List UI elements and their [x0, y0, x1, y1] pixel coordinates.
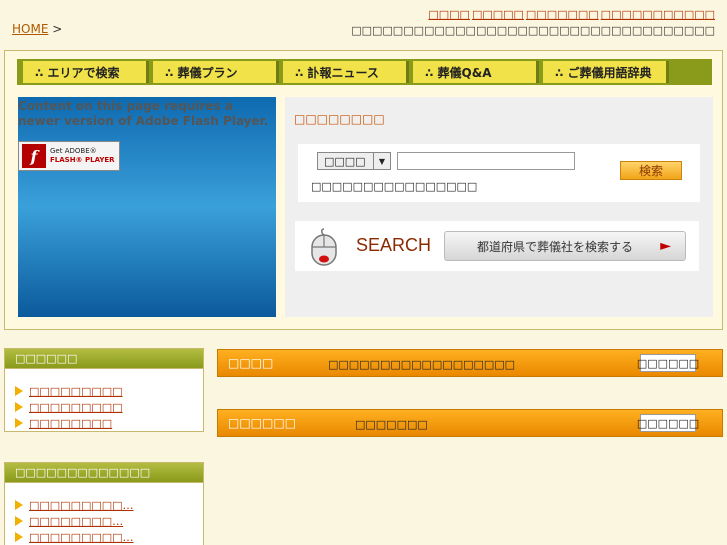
- sidebar-box-2: □□□□□□□□□□□□□ □□□□□□□□□… □□□□□□□□… □□□□□…: [4, 462, 204, 545]
- prefecture-search-box: SEARCH 都道府県で葬儀社を検索する ►: [295, 221, 699, 271]
- search-category-select[interactable]: □□□□ ▼: [317, 152, 391, 170]
- search-title: □□□□□□□□: [294, 112, 385, 126]
- triangle-bullet-icon: [15, 386, 23, 396]
- top-links: □□□□ □□□□□ □□□□□□□ □□□□□□□□□□□: [426, 8, 715, 21]
- get-flash-line1: Get ADOBE®: [50, 147, 97, 155]
- sidebar-box-2-title: □□□□□□□□□□□□□: [5, 463, 203, 483]
- info-bar-1-text: □□□□□□□□□□□□□□□□□□: [328, 358, 516, 371]
- sidebar-box-2-list: □□□□□□□□□… □□□□□□□□… □□□□□□□□□…: [5, 483, 203, 545]
- list-item: □□□□□□□□□…: [15, 497, 203, 513]
- list-item: □□□□□□□□□: [15, 399, 203, 415]
- sidebar-box-1-list: □□□□□□□□□ □□□□□□□□□ □□□□□□□□: [5, 369, 203, 431]
- main-nav: ∴ エリアで検索 ∴ 葬儀プラン ∴ 訃報ニュース ∴ 葬儀Q&A ∴ ご葬儀用…: [17, 59, 712, 85]
- site-tagline: □□□□□□□□□□□□□□□□□□□□□□□□□□□□□□□□□□□: [351, 24, 715, 37]
- top-link-1[interactable]: □□□□: [428, 8, 470, 21]
- triangle-bullet-icon: [15, 532, 23, 542]
- info-bar-1-button[interactable]: □□□□□□: [637, 354, 699, 372]
- sidebar-link[interactable]: □□□□□□□□: [29, 417, 112, 430]
- header: HOME > □□□□ □□□□□ □□□□□□□ □□□□□□□□□□□ □□□□□…: [0, 0, 727, 50]
- list-item: □□□□□□□□□…: [15, 529, 203, 545]
- search-hint: □□□□□□□□□□□□□□□□: [311, 180, 478, 193]
- breadcrumb: HOME >: [12, 22, 62, 36]
- flash-message: Content on this page requires a newer ve…: [18, 99, 269, 128]
- list-item: □□□□□□□□□: [15, 383, 203, 399]
- info-bar-1-title: □□□□: [228, 356, 274, 370]
- get-flash-player-button[interactable]: f Get ADOBE® FLASH® PLAYER: [18, 141, 120, 171]
- flash-area: Content on this page requires a newer ve…: [18, 97, 276, 317]
- sidebar-box-1-title: □□□□□□: [5, 349, 203, 369]
- list-item: □□□□□□□□…: [15, 513, 203, 529]
- mouse-icon: [311, 228, 337, 266]
- flash-logo-icon: f: [22, 144, 46, 168]
- select-value: □□□□: [324, 154, 366, 168]
- breadcrumb-home-link[interactable]: HOME: [12, 22, 48, 36]
- sidebar-link[interactable]: □□□□□□□□□: [29, 401, 123, 414]
- info-bar-2-title: □□□□□□: [228, 416, 297, 430]
- triangle-bullet-icon: [15, 402, 23, 412]
- breadcrumb-separator: >: [52, 22, 63, 36]
- info-bar-2-button[interactable]: □□□□□□: [637, 414, 699, 432]
- nav-funeral-plan[interactable]: ∴ 葬儀プラン: [153, 61, 279, 83]
- search-box: □□□□ ▼ 検索 □□□□□□□□□□□□□□□□: [298, 144, 700, 202]
- triangle-bullet-icon: [15, 500, 23, 510]
- arrow-right-icon: ►: [660, 238, 671, 254]
- nav-glossary[interactable]: ∴ ご葬儀用語辞典: [543, 61, 669, 83]
- get-flash-line2: FLASH® PLAYER: [50, 156, 115, 164]
- info-bar-2: □□□□□□ □□□□□□□ □□□□□□: [217, 409, 723, 437]
- main-box: ∴ エリアで検索 ∴ 葬儀プラン ∴ 訃報ニュース ∴ 葬儀Q&A ∴ ご葬儀用…: [4, 50, 723, 330]
- search-word: SEARCH: [356, 235, 432, 255]
- sidebar-link[interactable]: □□□□□□□□□…: [29, 499, 134, 512]
- triangle-bullet-icon: [15, 516, 23, 526]
- sidebar-link[interactable]: □□□□□□□□□…: [29, 531, 134, 544]
- sidebar-link[interactable]: □□□□□□□□□: [29, 385, 123, 398]
- prefecture-search-button[interactable]: 都道府県で葬儀社を検索する ►: [444, 231, 686, 261]
- nav-area-search[interactable]: ∴ エリアで検索: [23, 61, 149, 83]
- info-bar-2-text: □□□□□□□: [355, 418, 428, 431]
- top-link-2[interactable]: □□□□□: [472, 8, 524, 21]
- search-input[interactable]: [397, 152, 575, 170]
- search-button[interactable]: 検索: [620, 161, 682, 180]
- chevron-down-icon[interactable]: ▼: [373, 153, 390, 169]
- triangle-bullet-icon: [15, 418, 23, 428]
- sidebar-link[interactable]: □□□□□□□□…: [29, 515, 123, 528]
- sidebar-box-1: □□□□□□ □□□□□□□□□ □□□□□□□□□ □□□□□□□□: [4, 348, 204, 432]
- top-link-3[interactable]: □□□□□□□: [526, 8, 599, 21]
- nav-obituary-news[interactable]: ∴ 訃報ニュース: [283, 61, 409, 83]
- prefecture-search-label: 都道府県で葬儀社を検索する: [477, 239, 634, 254]
- search-panel: □□□□□□□□ □□□□ ▼ 検索 □□□□□□□□□□□□□□□□ SEAR…: [285, 97, 713, 317]
- top-link-4[interactable]: □□□□□□□□□□□: [601, 8, 715, 21]
- get-flash-label: Get ADOBE® FLASH® PLAYER: [50, 147, 115, 165]
- nav-funeral-qa[interactable]: ∴ 葬儀Q&A: [413, 61, 539, 83]
- info-bar-1: □□□□ □□□□□□□□□□□□□□□□□□ □□□□□□: [217, 349, 723, 377]
- list-item: □□□□□□□□: [15, 415, 203, 431]
